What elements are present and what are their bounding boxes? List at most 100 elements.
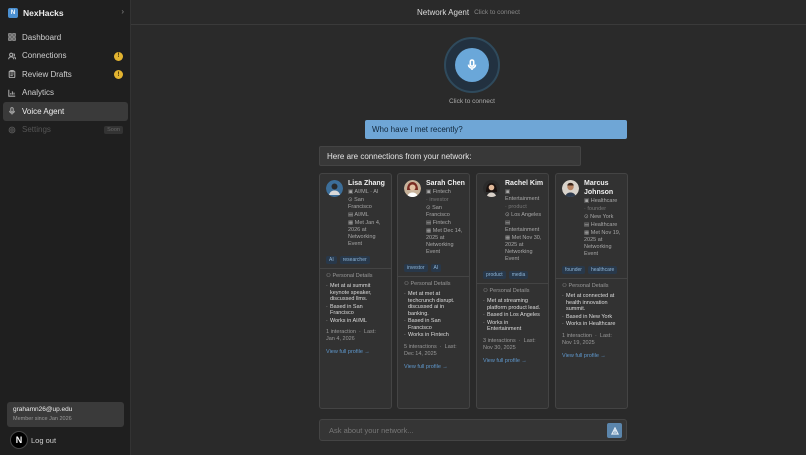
logout-label: Log out (31, 435, 57, 445)
tag: healthcare (587, 266, 618, 274)
tag-list: product media (477, 267, 548, 283)
tag: product (483, 271, 506, 279)
met-line: ▦ Met Jan 4, 2026 at Networking Event (348, 220, 381, 247)
assistant-message: Here are connections from your network: (319, 146, 581, 166)
send-button[interactable] (607, 423, 622, 438)
sidebar-item-label: Voice Agent (22, 106, 65, 116)
industry-line: ▣ Fintech (426, 189, 451, 195)
contact-card: Marcus Johnson ▣ Healthcare · founder ⊙ … (555, 173, 628, 409)
detail-item: Met at streaming platform product lead. (483, 298, 543, 311)
view-profile-link[interactable]: View full profile → (398, 358, 469, 376)
avatar (483, 180, 500, 197)
role-line: · founder (584, 206, 607, 212)
sidebar-item-review-drafts[interactable]: Review Drafts ! (3, 65, 128, 84)
location-line: ⊙ Los Angeles (505, 212, 542, 218)
personal-details-title: ⚇ Personal Details (483, 288, 530, 294)
contact-card: Rachel Kim ▣ Entertainment · product ⊙ L… (476, 173, 549, 409)
user-card[interactable]: grahamn26@up.edu Member since Jan 2026 (7, 402, 124, 427)
contact-name: Marcus Johnson (584, 180, 614, 196)
tag-list: AI researcher (320, 252, 391, 268)
send-icon (610, 426, 619, 435)
contact-card: Lisa Zhang ▣ AI/ML · AI ⊙ San Francisco … (319, 173, 392, 409)
company-line: ▤ Healthcare (584, 222, 618, 228)
avatar (562, 180, 579, 197)
mic-caption: Click to connect (449, 98, 495, 105)
industry-line: ▣ Entertainment (505, 189, 540, 202)
chat-input[interactable]: Ask about your network... (319, 419, 627, 441)
clipboard-icon (8, 70, 16, 79)
page-title: Network Agent (417, 7, 470, 17)
tag: AI (326, 256, 337, 264)
personal-details: ⚇ Personal Details Met at connected at h… (556, 278, 627, 328)
personal-details: ⚇ Personal Details Met at met at techcru… (398, 276, 469, 339)
user-since: Member since Jan 2026 (13, 416, 72, 422)
sidebar-item-analytics[interactable]: Analytics (3, 84, 128, 103)
brand-name: NexHacks (23, 8, 64, 18)
location-line: ⊙ New York (584, 214, 614, 220)
sidebar-item-label: Review Drafts (22, 69, 72, 79)
header: Network Agent Click to connect (131, 0, 806, 25)
mic-icon (9, 107, 15, 115)
view-profile-link[interactable]: View full profile → (320, 343, 391, 361)
users-icon (8, 52, 16, 59)
brand[interactable]: N NexHacks › (8, 6, 126, 20)
personal-details-title: ⚇ Personal Details (326, 273, 373, 279)
view-profile-link[interactable]: View full profile → (477, 352, 548, 370)
tag: founder (562, 266, 585, 274)
detail-item: Based in San Francisco (404, 318, 464, 331)
detail-item: Met at met at techcrunch disrupt. discus… (404, 291, 464, 317)
company-line: ▤ Fintech (426, 220, 451, 226)
detail-item: Met at connected at health innovation su… (562, 293, 622, 313)
main-area: Network Agent Click to connect Click to … (131, 0, 806, 455)
interaction-meta: 3 interactions · Last: Nov 30, 2025 (483, 337, 536, 351)
sidebar-item-connections[interactable]: Connections ! (3, 47, 128, 66)
met-line: ▦ Met Nov 30, 2025 at Networking Event (505, 235, 542, 262)
industry-line: ▣ Healthcare (584, 198, 618, 204)
sidebar-item-voice-agent[interactable]: Voice Agent (3, 102, 128, 121)
contact-name: Rachel Kim (505, 180, 544, 187)
detail-item: Works in Healthcare (562, 321, 622, 328)
tag: AI (430, 264, 442, 272)
connection-status: Click to connect (474, 8, 520, 16)
company-line: ▤ Entertainment (505, 220, 540, 233)
sidebar: N NexHacks › Dashboard Connections ! Rev… (0, 0, 131, 455)
industry-line: ▣ AI/ML · AI (348, 189, 379, 195)
chat-input-placeholder: Ask about your network... (329, 425, 414, 435)
role-line: · investor (426, 197, 449, 203)
avatar (404, 180, 421, 197)
detail-item: Based in New York (562, 314, 622, 321)
tag-list: investor AI (398, 260, 469, 276)
detail-item: Based in Los Angeles (483, 312, 543, 319)
company-line: ▤ AI/ML (348, 212, 369, 218)
sidebar-item-label: Dashboard (22, 32, 62, 42)
soon-badge: Soon (104, 125, 123, 134)
detail-item: Works in Fintech (404, 332, 464, 339)
detail-item: Based in San Francisco (326, 304, 386, 317)
sidebar-nav: Dashboard Connections ! Review Drafts ! … (3, 28, 128, 139)
avatar (326, 180, 343, 197)
interaction-meta: 1 interaction · Last: Nov 19, 2025 (562, 332, 612, 346)
mic-button[interactable] (455, 48, 489, 82)
sidebar-item-label: Settings (22, 125, 51, 135)
interaction-meta: 5 interactions · Last: Dec 14, 2025 (404, 343, 457, 357)
personal-details-title: ⚇ Personal Details (562, 283, 609, 289)
chevron-right-icon[interactable]: › (121, 7, 124, 16)
detail-item: Works in Entertainment (483, 320, 543, 333)
detail-item: Met at ai summit keynote speaker, discus… (326, 283, 386, 303)
alert-badge: ! (114, 70, 123, 79)
next-logo-icon[interactable]: N (10, 431, 28, 449)
tag: media (508, 271, 529, 279)
sidebar-item-label: Connections (22, 51, 67, 61)
location-line: ⊙ San Francisco (426, 205, 450, 218)
contact-name: Lisa Zhang (348, 180, 385, 187)
logout-button[interactable]: N Log out (10, 431, 57, 449)
tag: investor (404, 264, 428, 272)
sidebar-item-dashboard[interactable]: Dashboard (3, 28, 128, 47)
role-line: · product (505, 204, 527, 210)
contact-card: Sarah Chen ▣ Fintech · investor ⊙ San Fr… (397, 173, 470, 409)
personal-details: ⚇ Personal Details Met at streaming plat… (477, 283, 548, 333)
detail-item: Works in AI/ML (326, 318, 386, 325)
tag-list: founder healthcare (556, 262, 627, 278)
interaction-meta: 1 interaction · Last: Jan 4, 2026 (326, 329, 376, 342)
view-profile-link[interactable]: View full profile → (556, 347, 627, 365)
